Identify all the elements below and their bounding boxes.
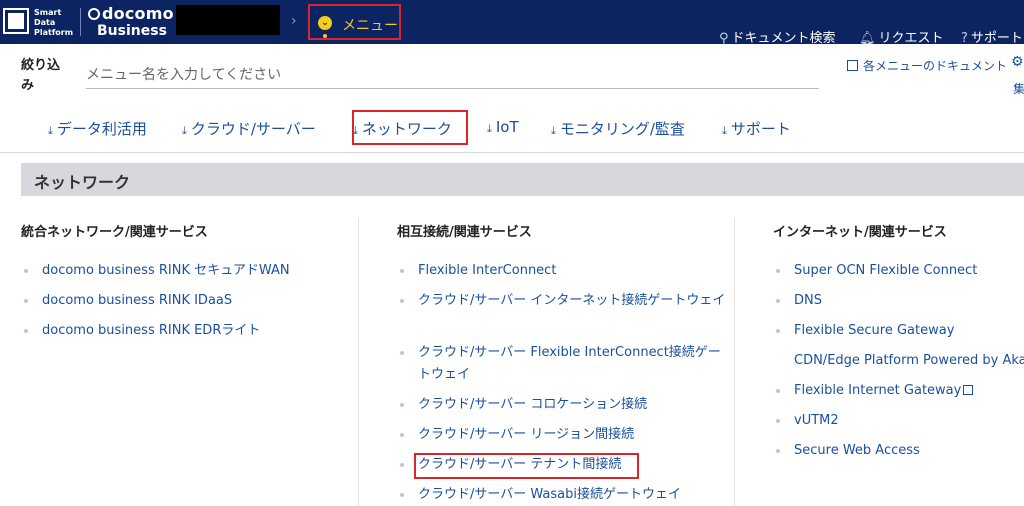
column-divider (358, 218, 359, 506)
header-divider (80, 8, 81, 36)
category-iot[interactable]: ⤓ IoT (487, 118, 519, 136)
document-search-link[interactable]: ⚲ ドキュメント検索 (719, 27, 836, 46)
jump-down-icon: ⤓ (487, 122, 492, 135)
menu-link[interactable]: CDN/Edge Platform Powered by Akamai (794, 350, 1024, 372)
menu-link[interactable]: Flexible Secure Gateway (775, 320, 954, 342)
menu-link[interactable]: DNS (776, 290, 822, 312)
jump-down-icon: ⤓ (551, 124, 556, 137)
category-data-utilization[interactable]: ⤓ データ利活用 (48, 118, 147, 139)
menu-link[interactable]: クラウド/サーバー インターネット接続ゲートウェイ (400, 290, 728, 312)
menu-link[interactable]: Super OCN Flexible Connect (775, 260, 977, 282)
docomo-logo: docomo (88, 5, 174, 23)
category-label: サポート (730, 120, 791, 138)
edit-label[interactable]: 集 (1013, 80, 1024, 97)
breadcrumb-chevron-icon: › (291, 13, 297, 29)
category-monitoring-audit[interactable]: ⤓ モニタリング/監査 (551, 118, 685, 139)
category-support[interactable]: ⤓ サポート (722, 118, 791, 139)
document-icon (847, 60, 858, 71)
menu-link[interactable]: docomo business RINK EDRライト (23, 320, 260, 342)
request-label: リクエスト (878, 31, 944, 46)
column-divider (734, 218, 735, 506)
jump-down-icon: ⤓ (48, 124, 53, 137)
chevron-down-circle-icon: ⌄ (318, 16, 332, 30)
menu-link[interactable]: Secure Web Access (776, 440, 920, 462)
menu-link-tenant-connection[interactable]: クラウド/サーバー テナント間接続 (399, 454, 621, 476)
platform-name-line1: Smart (34, 8, 62, 17)
category-label: データ利活用 (56, 120, 147, 138)
menu-docs-link-label: 各メニューのドキュメント (863, 59, 1008, 73)
column-heading-integrated-network: 統合ネットワーク/関連サービス (21, 225, 208, 240)
menu-link[interactable]: docomo business RINK セキュアドWAN (24, 260, 290, 282)
jump-down-icon: ⤓ (722, 124, 727, 137)
category-label: モニタリング/監査 (559, 120, 685, 138)
jump-down-icon: ⤓ (182, 124, 187, 137)
menu-link[interactable]: クラウド/サーバー コロケーション接続 (399, 394, 647, 416)
top-navigation-bar: Smart Data Platform docomo Business › ⌄ … (0, 0, 1024, 46)
category-label: IoT (495, 118, 519, 136)
menu-button-label: メニュー (342, 18, 398, 34)
active-indicator-dot (323, 34, 327, 38)
menu-docs-link[interactable]: 各メニューのドキュメント (847, 55, 1012, 77)
section-header: ネットワーク (21, 163, 1024, 196)
smart-data-platform-logo-icon[interactable] (3, 8, 29, 34)
category-label: ネットワーク (361, 120, 452, 138)
menu-link[interactable]: クラウド/サーバー Flexible InterConnect接続ゲートウェイ (400, 342, 728, 386)
docomo-ring-icon (88, 8, 100, 20)
menu-link-label: Flexible Internet Gateway (794, 383, 962, 398)
platform-name: Smart Data Platform (34, 8, 78, 38)
menu-link[interactable]: クラウド/サーバー Wasabi接続ゲートウェイ (400, 484, 681, 506)
filter-label: 絞り込み (21, 58, 61, 93)
platform-name-line3: Platform (34, 28, 74, 37)
jump-down-icon: ⤓ (353, 124, 358, 137)
request-link[interactable]: 🔔︎ リクエスト (859, 27, 944, 46)
menu-link[interactable]: vUTM2 (776, 410, 839, 432)
business-brand-text: Business (97, 23, 167, 39)
menu-search-input[interactable] (86, 62, 819, 89)
search-icon: ⚲ (719, 31, 729, 46)
divider (0, 152, 1024, 153)
menu-link[interactable]: Flexible InterConnect (399, 260, 556, 282)
docomo-brand-text: docomo (102, 4, 174, 23)
menu-button[interactable]: ⌄ メニュー (308, 4, 401, 40)
platform-name-line2: Data (34, 18, 56, 27)
help-icon: ? (961, 31, 968, 46)
menu-link-external[interactable]: Flexible Internet Gateway (775, 380, 974, 402)
menu-link[interactable]: docomo business RINK IDaaS (23, 290, 232, 312)
support-link[interactable]: ? サポート (961, 27, 1023, 46)
bell-icon: 🔔︎ (859, 31, 876, 46)
column-heading-internet: インターネット/関連サービス (773, 225, 947, 240)
support-label: サポート (970, 31, 1023, 46)
category-cloud-server[interactable]: ⤓ クラウド/サーバー (182, 118, 316, 139)
section-title: ネットワーク (34, 173, 131, 192)
document-search-label: ドキュメント検索 (731, 31, 836, 46)
category-network[interactable]: ⤓ ネットワーク (353, 118, 452, 139)
gear-icon[interactable]: ⚙ (1011, 54, 1024, 70)
category-label: クラウド/サーバー (190, 120, 316, 138)
external-link-icon (963, 385, 974, 395)
redacted-tenant-name (176, 5, 280, 35)
menu-link[interactable]: クラウド/サーバー リージョン間接続 (399, 424, 634, 446)
column-heading-interconnect: 相互接続/関連サービス (397, 225, 532, 240)
